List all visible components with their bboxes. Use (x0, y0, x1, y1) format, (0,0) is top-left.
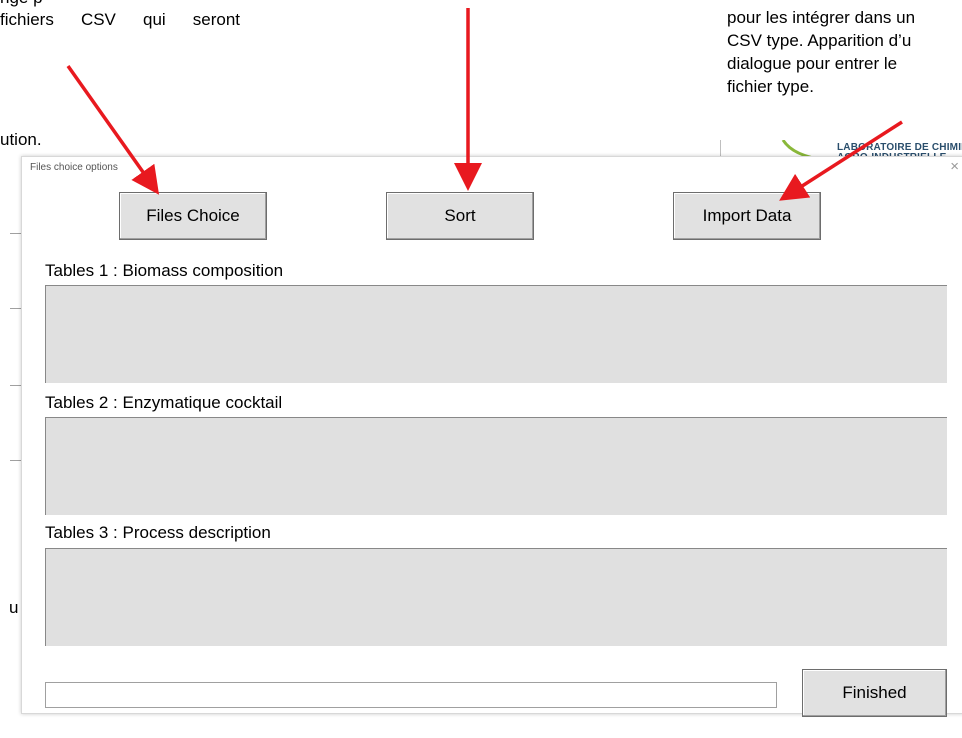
files-choice-button[interactable]: Files Choice (119, 192, 267, 240)
doc-word: fichiers (0, 10, 54, 29)
doc-fragment-text: u (9, 598, 19, 617)
doc-text-line: pour les intégrer dans un (727, 8, 916, 27)
doc-text-line: dialogue pour entrer le (727, 54, 898, 73)
doc-text-line: CSV type. Apparition d’u (727, 31, 912, 50)
close-icon[interactable]: × (950, 158, 959, 175)
dialog-title: Files choice options (30, 162, 118, 173)
doc-fragment-text: ution. (0, 130, 42, 149)
divider (10, 233, 21, 234)
doc-word: CSV (80, 10, 116, 29)
import-data-button[interactable]: Import Data (673, 192, 821, 240)
logo-text-line: LABORATOIRE DE CHIMIE (837, 143, 962, 152)
doc-word: seront (192, 10, 240, 29)
doc-text-right: pour les intégrer dans un CSV type. Appa… (727, 6, 962, 98)
divider (10, 385, 21, 386)
table-2-label: Tables 2 : Enzymatique cocktail (45, 393, 283, 412)
divider (10, 308, 21, 309)
doc-word: qui (142, 10, 166, 29)
finished-button[interactable]: Finished (802, 669, 947, 717)
sort-button[interactable]: Sort (386, 192, 534, 240)
table-3-listbox[interactable] (45, 548, 947, 646)
table-1-label: Tables 1 : Biomass composition (45, 261, 284, 280)
files-choice-dialog: Files choice options × Files Choice Sort… (21, 156, 962, 717)
table-1-listbox[interactable] (45, 285, 947, 383)
doc-fragment: ution. (0, 130, 42, 150)
doc-text-line: fichiers CSV qui seront (0, 8, 240, 31)
divider (10, 460, 21, 461)
status-textbox[interactable] (45, 682, 777, 708)
doc-text-line: fichier type. (727, 77, 814, 96)
table-2-listbox[interactable] (45, 417, 947, 515)
table-3-label: Tables 3 : Process description (45, 523, 271, 542)
